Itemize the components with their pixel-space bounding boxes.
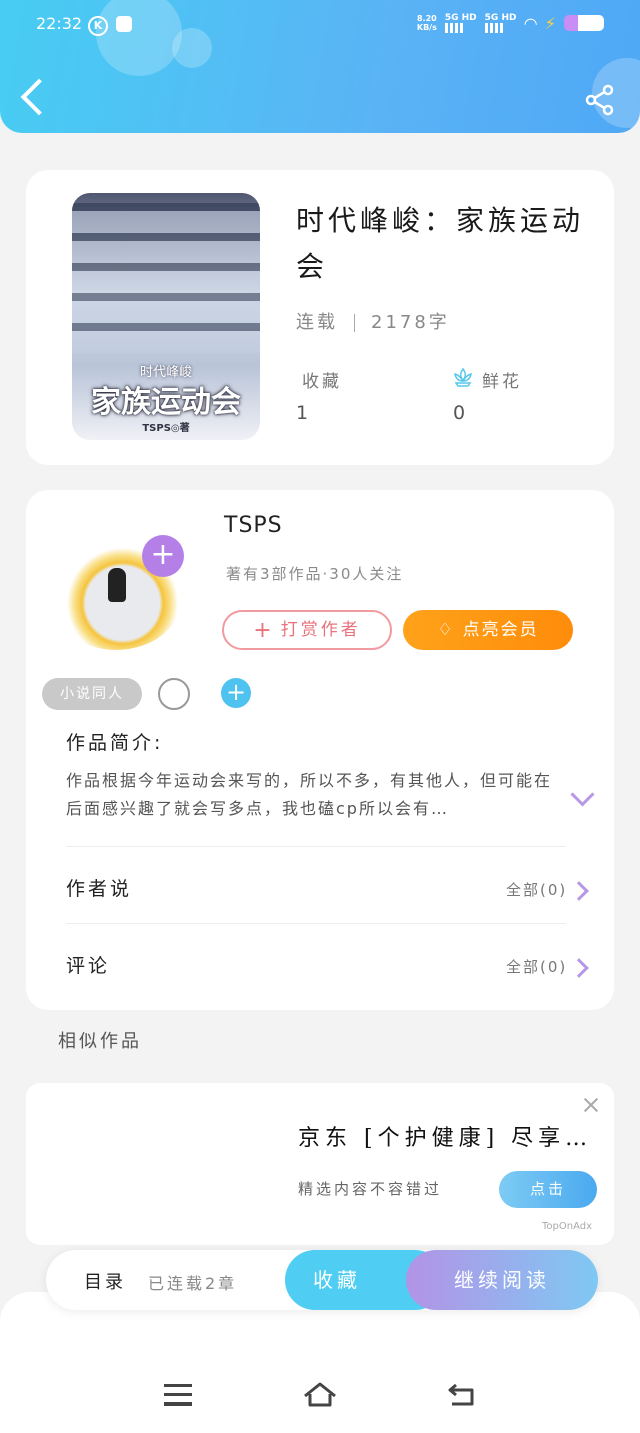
signal-2: 5G HD [484,13,517,33]
charging-icon: ⚡ [544,13,556,33]
notification-app-icon [116,16,132,32]
net-speed: 8.20 KB/s [417,14,437,32]
tip-author-label: 打赏作者 [280,620,361,640]
continue-reading-button[interactable]: 继续阅读 [406,1250,598,1310]
avatar-cat [108,568,126,602]
comments-all-link[interactable]: 全部(0) [506,956,567,977]
add-tag-button[interactable]: + [221,678,251,708]
favorites-label: 收藏 [302,372,342,392]
tip-author-button[interactable]: + 打赏作者 [222,610,392,650]
favorites-value: 1 [296,402,309,424]
home-icon[interactable] [302,1380,338,1408]
status-bar: 22:32 K 8.20 KB/s 5G HD 5G HD ◠ ⚡ [0,10,640,40]
genre-tag[interactable]: 小说同人 [42,678,142,710]
follow-author-button[interactable]: + [142,535,184,577]
k-app-icon: K [88,16,108,36]
empty-tag-circle[interactable] [158,678,190,710]
book-cover[interactable]: 时代峰峻 家族运动会 TSPS◎著 [72,193,260,440]
cover-author: TSPS◎著 [142,423,190,434]
vip-button[interactable]: ♢ 点亮会员 [403,610,573,650]
similar-works-label: 相似作品 [58,1031,142,1052]
signal-1: 5G HD [444,13,477,33]
net-speed-unit: KB/s [416,23,437,32]
author-name[interactable]: TSPS [224,513,283,538]
plus-icon: + [253,618,275,643]
ad-subtitle: 精选内容不容错过 [298,1180,443,1198]
intro-text[interactable]: 作品根据今年运动会来写的，所以不多，有其他人，但可能在后面感兴趣了就会写多点，我… [66,767,556,823]
intro-label: 作品简介: [66,732,164,754]
ad-title[interactable]: 京东 [个护健康] 尽享… [298,1120,592,1152]
signal-2-label: 5G HD [484,13,517,23]
book-status: 连载 [296,312,338,333]
word-count: 2178字 [371,312,450,333]
divider [66,923,566,924]
flowers-label[interactable]: 鲜花 [482,367,522,392]
toc-button[interactable]: 目录 [84,1268,126,1294]
system-nav-bar [0,1292,640,1433]
cover-photo [72,203,260,353]
vip-label: 点亮会员 [462,620,539,640]
author-says-label[interactable]: 作者说 [66,874,132,901]
chapter-count: 已连载2章 [148,1274,238,1293]
status-time: 22:32 [36,14,83,33]
battery-icon [564,15,604,31]
status-indicators: 8.20 KB/s 5G HD 5G HD ◠ ⚡ [417,13,604,33]
divider [66,846,566,847]
ad-close-icon[interactable] [582,1096,600,1114]
menu-icon[interactable] [164,1384,192,1406]
flowers-value: 0 [453,402,466,424]
cover-title: 家族运动会 [91,385,241,420]
signal-bars-icon [484,23,503,33]
book-title: 时代峰峻：家族运动会 [296,204,585,283]
back-icon[interactable] [446,1382,478,1408]
diamond-icon: ♢ [437,620,455,640]
signal-bars-icon [444,23,463,33]
comments-label[interactable]: 评论 [66,951,110,978]
signal-1-label: 5G HD [444,13,477,23]
book-meta: 连载 2178字 [296,308,450,334]
author-says-all-link[interactable]: 全部(0) [506,879,567,900]
flower-icon[interactable] [452,367,474,387]
ad-card[interactable] [26,1083,614,1245]
wifi-icon: ◠ [524,13,537,33]
author-meta: 著有3部作品·30人关注 [226,565,404,583]
ad-source-mark: TopOnAdx [542,1221,593,1232]
meta-divider [354,314,355,332]
back-arrow-icon[interactable] [20,78,58,116]
net-speed-value: 8.20 [416,14,437,23]
ad-click-button[interactable]: 点击 [499,1171,597,1208]
header: 22:32 K 8.20 KB/s 5G HD 5G HD ◠ ⚡ [0,0,640,133]
share-icon[interactable] [584,84,616,116]
